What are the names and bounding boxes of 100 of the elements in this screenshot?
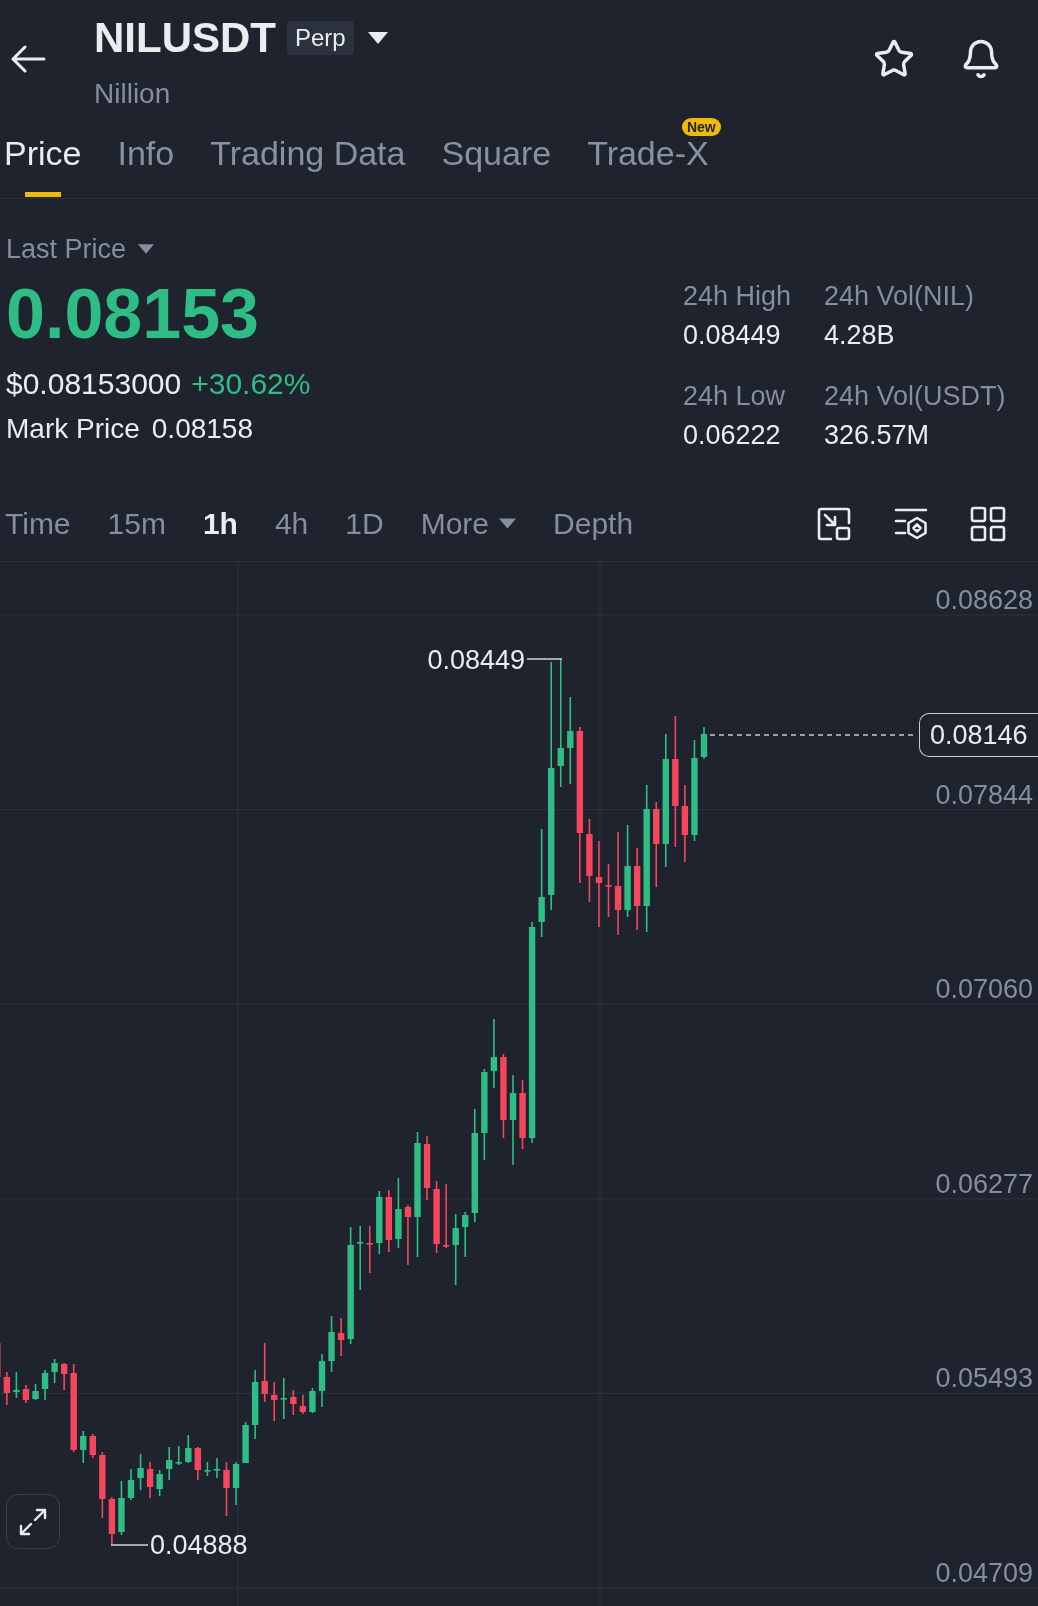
stat-value: 326.57M	[824, 419, 931, 451]
candlestick	[146, 1461, 154, 1499]
interval-dropdown[interactable]: More	[420, 506, 517, 541]
candlestick	[442, 1183, 450, 1249]
mark-price-value: 0.08158	[151, 413, 253, 445]
candlestick	[127, 1468, 135, 1501]
candlestick	[156, 1469, 163, 1497]
y-axis-label: 0.07060	[935, 974, 1033, 1005]
candlestick	[213, 1457, 221, 1479]
expand-button[interactable]	[6, 1494, 60, 1549]
candlestick	[519, 1079, 526, 1150]
stat-label: 24h Vol(USDT)	[824, 380, 1006, 412]
interval-tab[interactable]: Time	[5, 506, 71, 541]
back-button[interactable]	[10, 45, 46, 73]
caret-icon	[138, 244, 155, 254]
candlestick	[185, 1434, 192, 1464]
candlestick	[423, 1135, 431, 1201]
candlestick	[99, 1451, 106, 1519]
current-price-tag: 0.08146	[919, 713, 1038, 757]
candlestick	[318, 1353, 326, 1408]
symbol-title[interactable]: NILUSDT	[94, 15, 276, 61]
leader-line	[526, 658, 563, 660]
candlestick	[462, 1211, 469, 1258]
candlestick	[242, 1421, 249, 1463]
tab[interactable]: Square	[441, 136, 552, 197]
candlestick	[80, 1430, 87, 1464]
candlestick	[137, 1453, 144, 1491]
y-axis-label: 0.05493	[935, 1363, 1033, 1394]
candlestick	[280, 1377, 287, 1420]
symbol-name: Nillion	[94, 78, 172, 110]
candlestick	[309, 1387, 316, 1414]
candlestick	[32, 1383, 39, 1401]
new-badge: New	[681, 118, 721, 136]
caret-icon	[367, 32, 388, 44]
stat-label: 24h Vol(NIL)	[824, 280, 976, 312]
candlestick	[175, 1445, 182, 1466]
expand-icon	[18, 1506, 48, 1537]
stat-value: 0.08449	[683, 319, 782, 351]
candlestick	[299, 1394, 307, 1415]
candlestick	[395, 1177, 402, 1249]
y-axis-label: 0.08628	[935, 585, 1033, 615]
y-axis-label: 0.04709	[935, 1558, 1033, 1588]
candlestick	[223, 1461, 230, 1517]
candlestick	[22, 1384, 30, 1404]
last-price: 0.08153	[6, 276, 260, 352]
grid-icon	[970, 505, 1006, 542]
price-type-dropdown[interactable]: Last Price	[6, 234, 155, 264]
interval-tab[interactable]: 15m	[107, 506, 166, 541]
interval-tab[interactable]: 1h	[202, 506, 238, 541]
high-price-label: 0.08449	[427, 645, 525, 675]
caret-icon	[499, 518, 517, 529]
y-axis-label: 0.06277	[935, 1168, 1033, 1199]
candlestick	[605, 863, 612, 918]
candlestick	[490, 1018, 498, 1089]
candlestick	[232, 1461, 240, 1506]
candlestick	[204, 1461, 211, 1477]
back-arrow-icon	[10, 45, 46, 73]
candlestick	[51, 1358, 58, 1384]
candlestick	[271, 1381, 278, 1422]
stat-label: 24h Low	[683, 380, 787, 412]
candlestick	[118, 1480, 125, 1536]
candlestick	[404, 1204, 412, 1266]
candlestick	[366, 1225, 373, 1274]
usd-price: $0.08153000	[6, 366, 182, 402]
picture-in-picture-button[interactable]	[816, 505, 852, 542]
candlestick	[108, 1496, 116, 1546]
tab[interactable]: Trading Data	[210, 136, 406, 197]
tab[interactable]: Trade-X	[587, 136, 709, 197]
candlestick	[89, 1433, 96, 1459]
interval-tab[interactable]: 1D	[345, 506, 384, 541]
interval-tab[interactable]: Depth	[553, 506, 634, 541]
layout-button[interactable]	[970, 505, 1006, 542]
leader-line	[110, 1544, 149, 1546]
y-axis-label: 0.07844	[935, 779, 1033, 810]
candlestick	[13, 1371, 20, 1399]
candlestick	[251, 1369, 259, 1440]
candlestick	[357, 1225, 364, 1291]
candlestick	[60, 1362, 68, 1391]
stat-value: 0.06222	[683, 419, 782, 451]
candlestick	[337, 1317, 345, 1357]
picture-in-picture-icon	[816, 505, 852, 542]
low-price-label: 0.04888	[150, 1530, 248, 1560]
candlestick	[700, 726, 708, 760]
candlestick	[194, 1446, 202, 1481]
tab[interactable]: Info	[117, 136, 175, 197]
candlestick	[376, 1190, 383, 1255]
interval-tab[interactable]: 4h	[274, 506, 309, 541]
mark-price-label: Mark Price	[6, 413, 140, 445]
stat-label: 24h High	[683, 280, 793, 312]
tab[interactable]: Price	[4, 136, 82, 197]
candlestick	[328, 1315, 335, 1373]
candlestick	[166, 1446, 173, 1481]
candlestick	[41, 1369, 49, 1401]
candlestick	[290, 1389, 297, 1416]
candlestick	[385, 1189, 393, 1253]
favorite-button[interactable]	[873, 38, 915, 80]
stat-value: 4.28B	[824, 319, 896, 351]
candlestick	[3, 1371, 11, 1406]
contract-type-badge: Perp	[287, 21, 354, 55]
price-change: +30.62%	[191, 366, 311, 402]
